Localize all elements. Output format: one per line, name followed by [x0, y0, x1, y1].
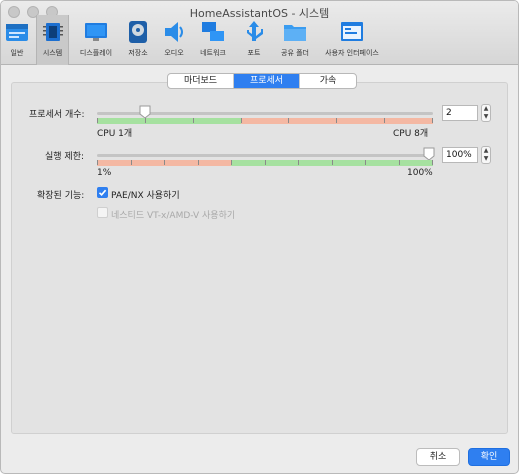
- slider-tick: [432, 118, 433, 123]
- processor-count-slider-knob[interactable]: [139, 105, 151, 119]
- exec-cap-slider-knob[interactable]: [423, 147, 435, 161]
- pae-nx-label[interactable]: PAE/NX 사용하기: [111, 188, 180, 201]
- toolbar-item-label: 일반: [10, 49, 24, 57]
- settings-window: HomeAssistantOS - 시스템 일반 시스템 디스플레이 저장소 오…: [0, 0, 519, 474]
- processor-count-input[interactable]: 2: [442, 105, 478, 121]
- tab-bar: 마더보드 프로세서 가속: [167, 73, 357, 89]
- title-bar: HomeAssistantOS - 시스템 일반 시스템 디스플레이 저장소 오…: [1, 1, 518, 65]
- slider-tick: [265, 160, 266, 165]
- tab-motherboard[interactable]: 마더보드: [168, 74, 234, 88]
- slider-tick: [164, 160, 165, 165]
- tab-acceleration[interactable]: 가속: [300, 74, 356, 88]
- exec-cap-input[interactable]: 100%: [442, 147, 478, 163]
- processor-min-label: CPU 1개: [97, 129, 133, 139]
- slider-tick: [432, 160, 433, 165]
- slider-tick: [384, 118, 385, 123]
- toolbar-item-label: 포트: [247, 49, 261, 57]
- toolbar-item-system[interactable]: 시스템: [36, 15, 69, 65]
- toolbar-item-general[interactable]: 일반: [3, 15, 31, 65]
- slider-tick: [332, 160, 333, 165]
- processor-count-label: 프로세서 개수:: [29, 110, 85, 120]
- toolbar-item-display[interactable]: 디스플레이: [77, 15, 115, 65]
- slider-tick: [145, 118, 146, 123]
- toolbar-item-label: 공유 폴더: [281, 49, 309, 57]
- ok-button[interactable]: 확인: [468, 448, 510, 466]
- exec-cap-slider-track[interactable]: [97, 154, 433, 157]
- slider-tick: [97, 160, 98, 165]
- user-interface-icon: [341, 22, 363, 41]
- ports-usb-icon: [247, 21, 263, 41]
- toolbar-item-audio[interactable]: 오디오: [159, 15, 189, 65]
- toolbar-item-label: 오디오: [164, 49, 184, 57]
- storage-disk-icon: [129, 21, 147, 43]
- system-chip-icon: [42, 23, 63, 41]
- network-icon: [202, 22, 224, 41]
- slider-tick: [288, 118, 289, 123]
- checkmark-icon: [98, 189, 107, 196]
- toolbar-item-shared-folders[interactable]: 공유 폴더: [275, 15, 315, 65]
- processor-count-ticks: [97, 118, 433, 124]
- exec-cap-ticks: [97, 160, 433, 166]
- exec-cap-stepper[interactable]: ▲ ▼: [481, 146, 491, 164]
- settings-toolbar: 일반 시스템 디스플레이 저장소 오디오 네트워크 포트 공유 폴더 사용자 인…: [1, 15, 518, 65]
- slider-tick: [241, 118, 242, 123]
- toolbar-item-ports[interactable]: 포트: [239, 15, 269, 65]
- toolbar-item-storage[interactable]: 저장소: [123, 15, 153, 65]
- extended-features-label: 확장된 기능:: [37, 191, 85, 201]
- slider-tick: [399, 160, 400, 165]
- exec-cap-max-label: 100%: [407, 168, 433, 178]
- toolbar-item-user-interface[interactable]: 사용자 인터페이스: [321, 15, 383, 65]
- toolbar-item-label: 네트워크: [200, 49, 226, 57]
- general-icon: [6, 24, 28, 41]
- slider-tick: [231, 160, 232, 165]
- slider-tick: [97, 118, 98, 123]
- slider-tick: [298, 160, 299, 165]
- slider-tick: [198, 160, 199, 165]
- slider-tick: [193, 118, 194, 123]
- toolbar-item-label: 사용자 인터페이스: [325, 49, 379, 57]
- processor-count-stepper[interactable]: ▲ ▼: [481, 104, 491, 122]
- tab-processor[interactable]: 프로세서: [234, 74, 300, 88]
- toolbar-item-network[interactable]: 네트워크: [195, 15, 231, 65]
- exec-cap-label: 실행 제한:: [45, 152, 85, 162]
- audio-speaker-icon: [165, 22, 183, 42]
- nested-vtx-checkbox[interactable]: [97, 207, 108, 218]
- slider-tick: [365, 160, 366, 165]
- processor-max-label: CPU 8개: [393, 129, 429, 139]
- slider-tick: [131, 160, 132, 165]
- nested-vtx-label: 네스티드 VT-x/AMD-V 사용하기: [111, 211, 236, 221]
- exec-cap-min-label: 1%: [97, 168, 112, 178]
- settings-panel: [11, 82, 508, 434]
- toolbar-item-label: 저장소: [128, 49, 148, 57]
- display-monitor-icon: [85, 23, 107, 41]
- cancel-button[interactable]: 취소: [416, 448, 460, 466]
- slider-tick: [336, 118, 337, 123]
- toolbar-item-label: 디스플레이: [79, 49, 113, 57]
- shared-folder-icon: [284, 25, 306, 41]
- pae-nx-checkbox[interactable]: [97, 187, 108, 198]
- toolbar-item-label: 시스템: [42, 49, 63, 57]
